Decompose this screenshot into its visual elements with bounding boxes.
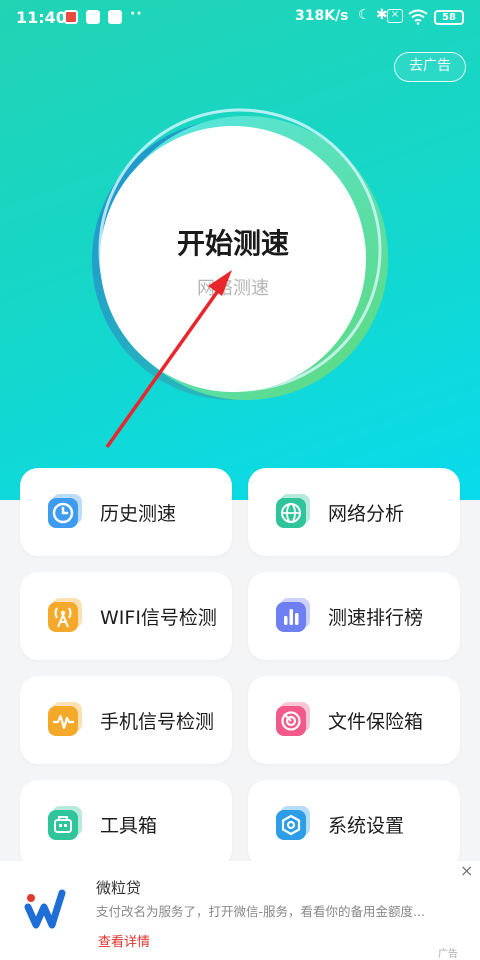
feature-card-toolbox[interactable]: 工具箱 [20,780,232,868]
ad-tag: 广告 [438,949,458,960]
feature-card-history[interactable]: 历史测速 [20,468,232,556]
feature-label: 网络分析 [328,503,405,525]
bluetooth-icon: ✱ [376,7,388,23]
tiktok-icon [108,10,122,24]
feature-label: 测速排行榜 [328,607,424,629]
feature-card-speed-ranking[interactable]: 测速排行榜 [248,572,460,660]
history-clock-icon [48,494,82,528]
wifi-icon [408,9,428,25]
feature-card-file-safe[interactable]: 文件保险箱 [248,676,460,764]
feature-label: 系统设置 [328,815,405,837]
notification-app-icon [64,10,78,24]
target-safe-icon [276,702,310,736]
status-bar: 11:40 ·· 318K/s ☾ ✱ × 58 [0,0,480,34]
feature-label: 工具箱 [100,815,158,837]
feature-card-network-analysis[interactable]: 网络分析 [248,468,460,556]
start-test-label[interactable]: 开始测速 [100,222,366,262]
network-test-subtitle: 网络测速 [197,278,269,299]
feature-label: 文件保险箱 [328,711,424,733]
feature-card-mobile-signal[interactable]: 手机信号检测 [20,676,232,764]
wifi-signal-icon [48,598,82,632]
feature-label: 手机信号检测 [100,711,215,733]
feature-card-system-settings[interactable]: 系统设置 [248,780,460,868]
battery-icon: 58 [434,10,464,25]
feature-label: 历史测速 [100,503,177,525]
waveform-icon [48,702,82,736]
toolbox-icon [48,806,82,840]
feature-label: WIFI信号检测 [100,607,217,629]
more-notifications-icon: ·· [130,6,143,22]
network-speed: 318K/s [295,8,349,24]
close-icon[interactable]: × [460,861,473,880]
remove-ads-button[interactable]: 去广告 [394,52,466,82]
notification-app-icon [86,10,100,24]
ad-title: 微粒贷 [96,879,142,897]
no-sim-icon: × [387,9,403,23]
weilidai-logo [24,889,66,929]
feature-card-wifi-signal[interactable]: WIFI信号检测 [20,572,232,660]
ad-description: 支付改名为服务了，打开微信-服务，看看你的备用金额度... [96,904,425,919]
hex-settings-icon [276,806,310,840]
bar-chart-icon [276,598,310,632]
status-time: 11:40 [16,8,67,27]
ad-banner[interactable]: 微粒贷 支付改名为服务了，打开微信-服务，看看你的备用金额度... 查看详情 ×… [0,861,480,960]
ad-detail-link[interactable]: 查看详情 [98,931,150,950]
moon-icon: ☾ [358,7,371,23]
globe-icon [276,494,310,528]
